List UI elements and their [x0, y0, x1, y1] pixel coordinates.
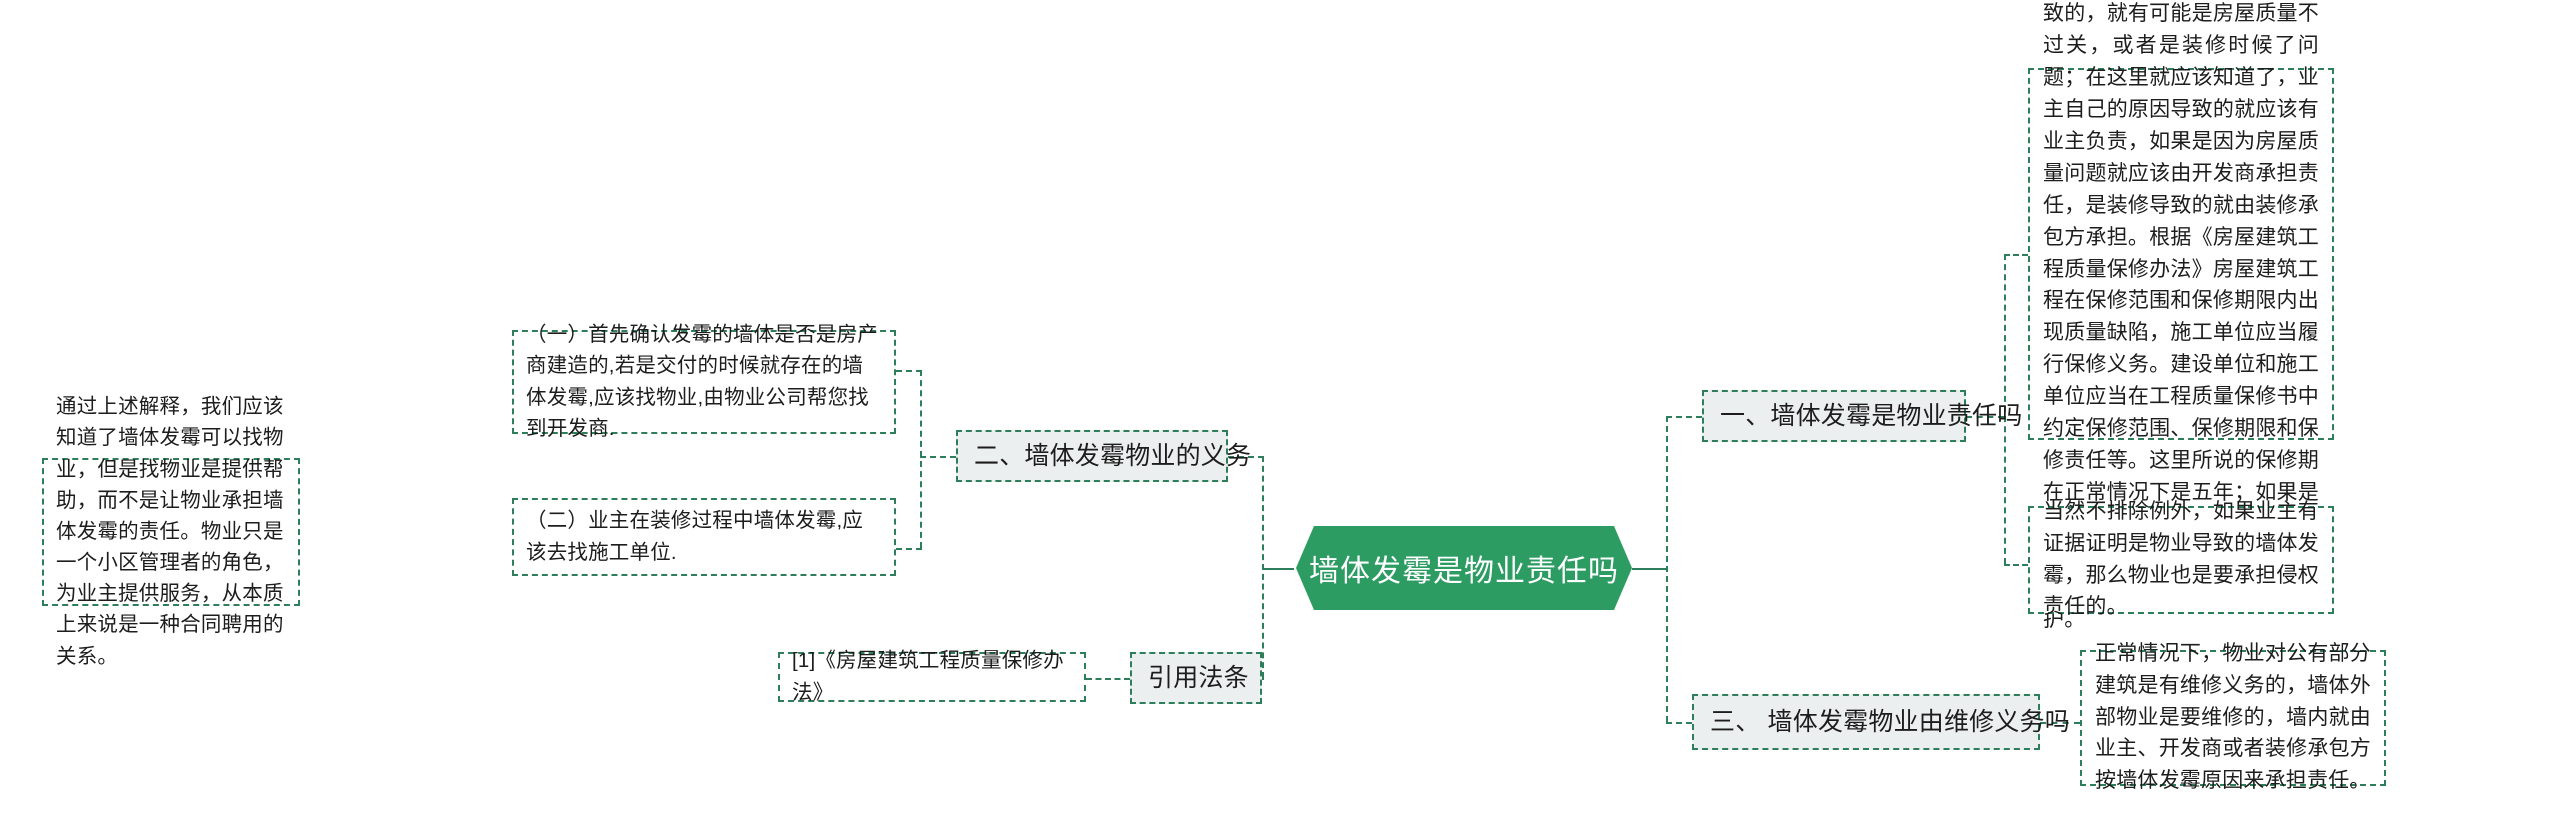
- detail-node-3-1[interactable]: 正常情况下，物业对公有部分建筑是有维修义务的，墙体外部物业是要维修的，墙内就由业…: [2080, 642, 2386, 792]
- connector-branch2-in: [920, 456, 956, 458]
- connector-right-branch3: [1666, 722, 1692, 724]
- root-node-shape: 墙体发霉是物业责任吗: [1294, 524, 1634, 612]
- mindmap-canvas: 墙体发霉是物业责任吗 一、墙体发霉是物业责任吗 一般来说，墙体发霉不是物业责任，…: [0, 0, 2560, 838]
- detail-node-1-2-text: 当然不排除例外，如果业主有证据证明是物业导致的墙体发霉，那么物业也是要承担侵权责…: [2043, 499, 2319, 619]
- connector-branch1-detail1: [2004, 254, 2028, 256]
- detail-node-2-1-text: （一）首先确认发霉的墙体是否是房产商建造的,若是交付的时候就存在的墙体发霉,应该…: [526, 323, 878, 440]
- detail-node-2-1[interactable]: （一）首先确认发霉的墙体是否是房产商建造的,若是交付的时候就存在的墙体发霉,应该…: [512, 323, 896, 440]
- connector-branch1-detail2: [2004, 564, 2028, 566]
- connector-root-right: [1632, 568, 1666, 570]
- connector-left-spine: [1262, 456, 1264, 678]
- detail-node-3-1-text: 正常情况下，物业对公有部分建筑是有维修义务的，墙体外部物业是要维修的，墙内就由业…: [2095, 641, 2371, 793]
- connector-branchref-in: [1086, 678, 1130, 680]
- detail-node-reference-1-text: [1]《房屋建筑工程质量保修办法》: [792, 649, 1064, 704]
- detail-node-1-1[interactable]: 一般来说，墙体发霉不是物业责任，住宅里面是业主专有部分，只有业主在使用，那么墙体…: [2028, 2, 2334, 631]
- topic-node-1-label: 一、墙体发霉是物业责任吗: [1720, 402, 2023, 430]
- summary-note-text: 通过上述解释，我们应该知道了墙体发霉可以找物业，但是找物业是提供帮助，而不是让物…: [56, 395, 284, 668]
- topic-node-1[interactable]: 一、墙体发霉是物业责任吗: [1702, 390, 2022, 442]
- topic-node-reference-label: 引用法条: [1148, 664, 1249, 692]
- topic-node-2[interactable]: 二、墙体发霉物业的义务: [956, 430, 1251, 482]
- connector-branch2-detail1: [896, 370, 922, 372]
- detail-node-reference-1[interactable]: [1]《房屋建筑工程质量保修办法》: [778, 649, 1086, 704]
- topic-node-reference[interactable]: 引用法条: [1130, 652, 1262, 704]
- detail-node-2-2[interactable]: （二）业主在装修过程中墙体发霉,应该去找施工单位.: [512, 498, 896, 576]
- topic-node-2-label: 二、墙体发霉物业的义务: [974, 442, 1252, 470]
- summary-note[interactable]: 通过上述解释，我们应该知道了墙体发霉可以找物业，但是找物业是提供帮助，而不是让物…: [42, 395, 300, 668]
- connector-right-branch1: [1666, 416, 1702, 418]
- connector-branch2-detail2: [896, 548, 922, 550]
- connector-right-spine: [1666, 416, 1668, 722]
- root-node-label: 墙体发霉是物业责任吗: [1309, 555, 1619, 588]
- connector-root-left: [1262, 568, 1294, 570]
- connector-branch2-spine: [920, 370, 922, 548]
- topic-node-3-label: 三、 墙体发霉物业由维修义务吗: [1710, 708, 2070, 736]
- detail-node-1-2[interactable]: 当然不排除例外，如果业主有证据证明是物业导致的墙体发霉，那么物业也是要承担侵权责…: [2028, 500, 2334, 618]
- root-node[interactable]: 墙体发霉是物业责任吗: [1294, 524, 1634, 612]
- detail-node-2-2-text: （二）业主在装修过程中墙体发霉,应该去找施工单位.: [526, 509, 864, 564]
- topic-node-3[interactable]: 三、 墙体发霉物业由维修义务吗: [1692, 694, 2070, 750]
